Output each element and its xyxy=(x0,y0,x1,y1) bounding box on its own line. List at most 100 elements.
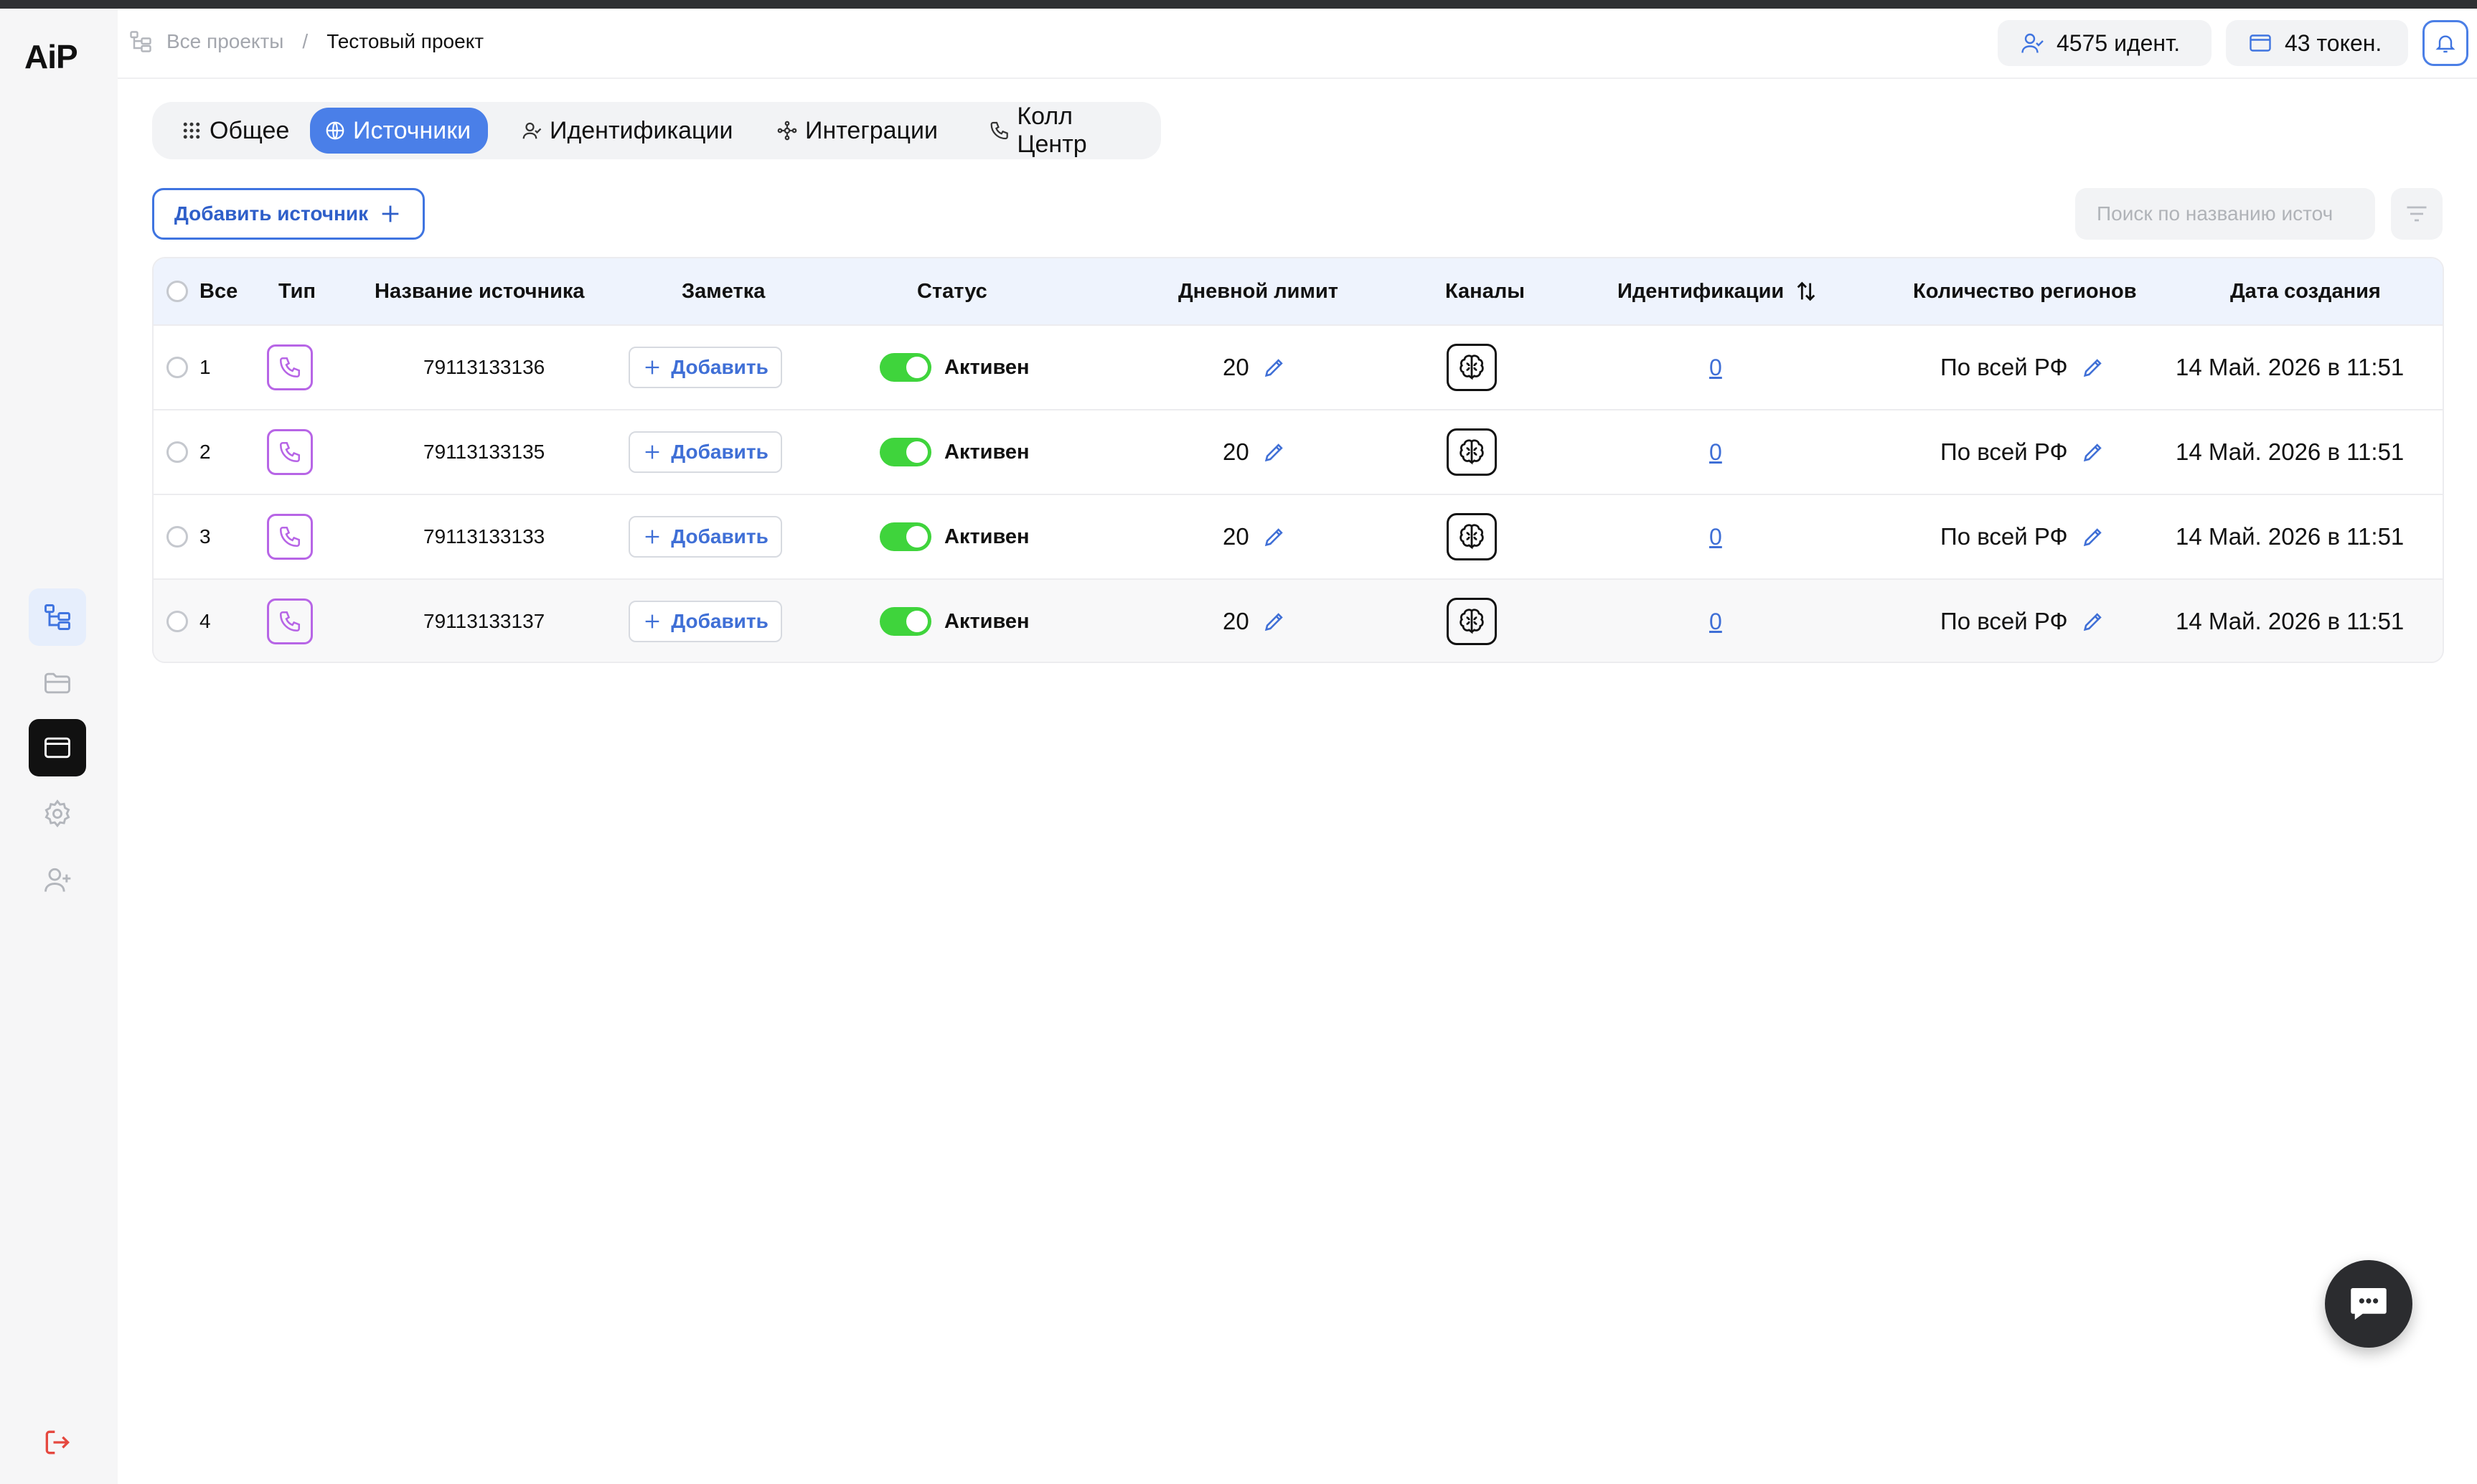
row-daily-limit-cell: 20 xyxy=(1223,580,1287,662)
plus-icon xyxy=(645,360,659,375)
row-identifications-cell: 0 xyxy=(1709,410,1722,494)
add-source-label: Добавить источник xyxy=(174,202,369,225)
row-status-cell: Активен xyxy=(880,495,1030,578)
header-note: Заметка xyxy=(682,279,766,303)
tab-integrations[interactable]: Интеграции xyxy=(762,108,952,154)
created-date-value: 14 Май. 2026 в 11:51 xyxy=(2176,608,2405,634)
tokens-balance-text: 43 токен. xyxy=(2285,29,2382,56)
status-toggle[interactable] xyxy=(880,353,931,382)
add-source-button[interactable]: Добавить источник xyxy=(152,188,425,240)
pencil-icon[interactable] xyxy=(1262,355,1287,380)
created-date-value: 14 Май. 2026 в 11:51 xyxy=(2176,438,2405,465)
pencil-icon[interactable] xyxy=(2081,355,2105,380)
add-note-button[interactable]: Добавить xyxy=(629,347,782,388)
row-select-radio[interactable] xyxy=(166,441,188,463)
tab-call-center[interactable]: Колл Центр xyxy=(974,103,1161,158)
phone-icon xyxy=(990,121,1008,140)
sidebar-wallet-button[interactable] xyxy=(29,719,86,776)
header-daily-limit: Дневной лимит xyxy=(1178,279,1338,303)
identifications-balance-pill[interactable]: 4575 идент. xyxy=(1998,20,2212,66)
header-created-date: Дата создания xyxy=(2230,279,2381,303)
row-source-name: 79113133137 xyxy=(423,610,545,632)
sidebar-folders-button[interactable] xyxy=(29,654,86,712)
row-status-cell: Активен xyxy=(880,326,1030,409)
search-source-input[interactable] xyxy=(2075,188,2375,240)
add-note-button[interactable]: Добавить xyxy=(629,601,782,642)
tab-general-label: Общее xyxy=(210,116,290,144)
select-all-radio[interactable] xyxy=(166,281,188,302)
status-toggle[interactable] xyxy=(880,522,931,551)
status-toggle[interactable] xyxy=(880,607,931,636)
sidebar-add-user-button[interactable] xyxy=(29,851,86,908)
identifications-balance-text: 4575 идент. xyxy=(2057,29,2181,56)
row-select-radio[interactable] xyxy=(166,611,188,632)
sidebar-settings-button[interactable] xyxy=(29,785,86,842)
table-header-row: Все Тип Название источника Заметка Стату… xyxy=(154,258,2443,324)
brain-channel-icon[interactable] xyxy=(1447,344,1497,391)
tab-general[interactable]: Общее xyxy=(166,108,304,154)
row-created-date: 14 Май. 2026 в 11:51 xyxy=(2176,580,2405,662)
pencil-icon[interactable] xyxy=(2081,525,2105,549)
projects-tree-icon xyxy=(44,604,70,630)
row-select-radio[interactable] xyxy=(166,526,188,548)
row-source-name: 79113133135 xyxy=(423,441,545,463)
tab-sources[interactable]: Источники xyxy=(310,108,488,154)
pencil-icon[interactable] xyxy=(1262,609,1287,634)
table-row[interactable]: 4 79113133137 Добавить Активен 20 0 По в… xyxy=(154,578,2443,662)
bell-icon xyxy=(2435,35,2455,53)
table-row[interactable]: 2 79113133135 Добавить Активен 20 0 По в… xyxy=(154,409,2443,494)
table-row[interactable]: 3 79113133133 Добавить Активен 20 0 По в… xyxy=(154,494,2443,578)
pencil-icon[interactable] xyxy=(2081,609,2105,634)
add-note-button[interactable]: Добавить xyxy=(629,431,782,473)
row-created-date: 14 Май. 2026 в 11:51 xyxy=(2176,326,2404,409)
tab-sources-label: Источники xyxy=(353,116,471,144)
identifications-count-link[interactable]: 0 xyxy=(1709,609,1722,635)
pencil-icon[interactable] xyxy=(1262,525,1287,549)
chat-support-button[interactable] xyxy=(2325,1260,2412,1348)
filter-button[interactable] xyxy=(2391,188,2443,240)
pencil-icon[interactable] xyxy=(2081,440,2105,464)
header-type: Тип xyxy=(278,279,316,303)
window-top-strip xyxy=(0,0,2477,9)
folder-icon xyxy=(44,672,70,694)
row-note-cell: Добавить xyxy=(629,326,782,409)
tab-identifications[interactable]: Идентификации xyxy=(507,108,747,154)
header-identifications-sort[interactable]: Идентификации xyxy=(1617,258,1818,324)
row-status-cell: Активен xyxy=(880,580,1030,662)
notifications-button[interactable] xyxy=(2422,20,2468,66)
status-toggle[interactable] xyxy=(880,438,931,466)
tokens-balance-pill[interactable]: 43 токен. xyxy=(2226,20,2408,66)
row-created-date: 14 Май. 2026 в 11:51 xyxy=(2176,410,2404,494)
daily-limit-value: 20 xyxy=(1223,438,1249,465)
sidebar-projects-button[interactable] xyxy=(29,588,86,646)
row-select-cell: 4 xyxy=(166,580,211,662)
tab-identifications-label: Идентификации xyxy=(550,116,733,144)
plus-icon xyxy=(645,614,659,629)
select-all-control[interactable]: Все xyxy=(166,258,238,324)
breadcrumb-current-project: Тестовый проект xyxy=(326,30,484,52)
row-channels-cell xyxy=(1447,580,1497,662)
row-type-cell xyxy=(267,495,313,578)
row-created-date: 14 Май. 2026 в 11:51 xyxy=(2176,495,2404,578)
app-logo[interactable]: AiP xyxy=(24,37,78,76)
identifications-count-link[interactable]: 0 xyxy=(1709,354,1722,381)
add-user-icon xyxy=(44,868,71,892)
breadcrumb-separator: / xyxy=(302,30,309,52)
identifications-count-link[interactable]: 0 xyxy=(1709,439,1722,466)
pencil-icon[interactable] xyxy=(1262,440,1287,464)
brain-channel-icon[interactable] xyxy=(1447,513,1497,560)
brain-channel-icon[interactable] xyxy=(1447,598,1497,645)
row-index: 3 xyxy=(199,525,211,548)
daily-limit-value: 20 xyxy=(1223,523,1249,550)
add-note-button[interactable]: Добавить xyxy=(629,516,782,558)
breadcrumb-all-projects[interactable]: Все проекты xyxy=(166,30,283,53)
identifications-count-link[interactable]: 0 xyxy=(1709,524,1722,550)
sidebar-logout-button[interactable] xyxy=(29,1414,86,1471)
status-text: Активен xyxy=(944,355,1030,379)
row-select-radio[interactable] xyxy=(166,357,188,378)
phone-source-icon xyxy=(267,598,313,644)
row-type-cell xyxy=(267,410,313,494)
table-row[interactable]: 1 79113133136 Добавить Активен 20 0 По в… xyxy=(154,324,2443,409)
breadcrumb: Все проекты / Тестовый проект xyxy=(128,29,484,55)
brain-channel-icon[interactable] xyxy=(1447,428,1497,476)
